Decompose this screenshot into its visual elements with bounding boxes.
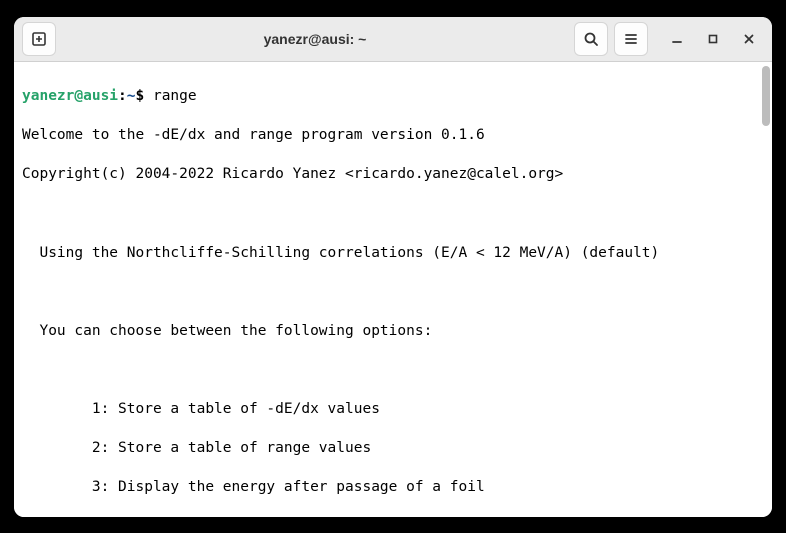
output-line: Welcome to the -dE/dx and range program …	[22, 126, 764, 146]
output-line	[22, 361, 764, 381]
minimize-button[interactable]	[662, 24, 692, 54]
maximize-icon	[707, 33, 719, 45]
output-line: Using the Northcliffe-Schilling correlat…	[22, 244, 764, 264]
maximize-button[interactable]	[698, 24, 728, 54]
terminal-window: yanezr@ausi: ~ yanezr@ausi:~$ range Welc…	[14, 17, 772, 517]
prompt-user: yanezr@ausi	[22, 88, 118, 104]
prompt-path: ~	[127, 88, 136, 104]
prompt-line: yanezr@ausi:~$ range	[22, 87, 764, 107]
search-button[interactable]	[574, 22, 608, 56]
output-line: 1: Store a table of -dE/dx values	[22, 400, 764, 420]
close-icon	[743, 33, 755, 45]
plus-box-icon	[31, 31, 47, 47]
window-title: yanezr@ausi: ~	[62, 31, 568, 47]
hamburger-icon	[623, 31, 639, 47]
close-button[interactable]	[734, 24, 764, 54]
menu-button[interactable]	[614, 22, 648, 56]
scrollbar-thumb[interactable]	[762, 66, 770, 126]
command-text: range	[153, 88, 197, 104]
output-line: 3: Display the energy after passage of a…	[22, 478, 764, 498]
output-line	[22, 204, 764, 224]
output-line: You can choose between the following opt…	[22, 322, 764, 342]
output-line: 2: Store a table of range values	[22, 439, 764, 459]
output-line	[22, 283, 764, 303]
search-icon	[583, 31, 599, 47]
new-tab-button[interactable]	[22, 22, 56, 56]
terminal-content[interactable]: yanezr@ausi:~$ range Welcome to the -dE/…	[14, 62, 772, 517]
output-line: Copyright(c) 2004-2022 Ricardo Yanez <ri…	[22, 165, 764, 185]
titlebar: yanezr@ausi: ~	[14, 17, 772, 62]
minimize-icon	[671, 33, 683, 45]
